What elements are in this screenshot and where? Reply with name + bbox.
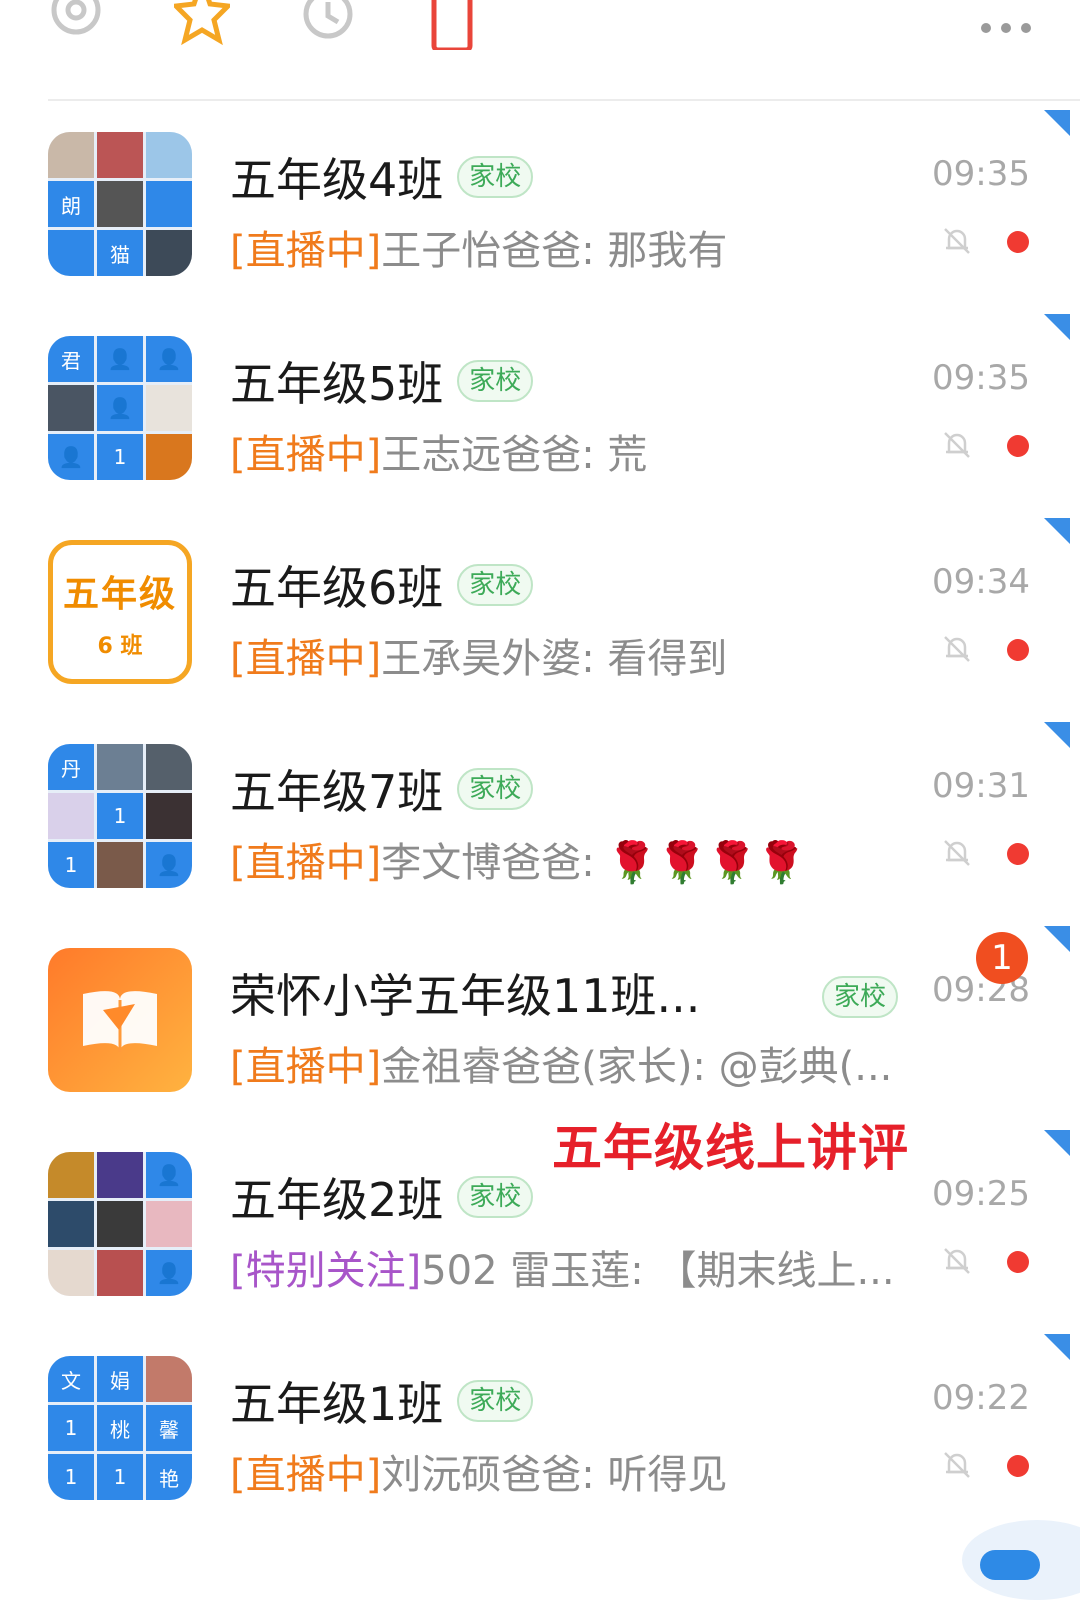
chat-preview: [直播中]王承昊外婆: 看得到 [230, 626, 910, 684]
more-icon[interactable] [978, 20, 1034, 36]
chat-row[interactable]: 君 👤 👤 👤 👤 1 五年级5班 家校 09:35 [直播中]王志远爸爸: 荒 [0, 306, 1080, 510]
chat-preview: [直播中]王志远爸爸: 荒 [230, 422, 910, 480]
chat-title: 五年级7班 [230, 765, 444, 819]
group-avatar: 五年级 6 班 [48, 540, 192, 684]
message-text: 王子怡爸爸: 那我有 [381, 228, 728, 274]
user-placeholder-icon [48, 230, 94, 276]
message-text: 王志远爸爸: 荒 [381, 432, 648, 478]
chat-time: 09:31 [932, 766, 1030, 806]
mute-bell-icon [944, 432, 970, 458]
user-placeholder-icon: 👤 [97, 385, 143, 431]
chat-title: 荣怀小学五年级11班... [230, 969, 701, 1023]
mute-bell-icon [944, 840, 970, 866]
school-badge: 家校 [822, 976, 899, 1018]
top-toolbar [0, 0, 1080, 101]
chat-row[interactable]: 👤 👤 五年级2班 家校 09:25 [特别关注]502 雷玉莲: 【期末线上.… [0, 1122, 1080, 1326]
live-tag: [直播中] [230, 1452, 382, 1498]
message-text: 刘沅硕爸爸: 听得见 [381, 1452, 728, 1498]
at-icon[interactable] [48, 0, 104, 46]
user-placeholder-icon: 👤 [48, 434, 94, 480]
group-avatar: 君 👤 👤 👤 👤 1 [48, 336, 192, 480]
pinned-corner-icon [1044, 1334, 1070, 1360]
message-text: 李文博爸爸: 🌹🌹🌹🌹 [381, 840, 807, 886]
school-badge: 家校 [457, 1380, 534, 1422]
group-avatar: 👤 👤 [48, 1152, 192, 1296]
group-avatar: 文 娟 1 桃 馨 1 1 艳 [48, 1356, 192, 1500]
unread-dot [1007, 1251, 1029, 1273]
user-placeholder-icon: 👤 [146, 1250, 192, 1296]
live-tag: [直播中] [230, 228, 382, 274]
mute-bell-icon [944, 1452, 970, 1478]
unread-dot [1007, 843, 1029, 865]
group-avatar: 朗 猫 [48, 132, 192, 276]
user-placeholder-icon: 👤 [146, 336, 192, 382]
live-tag: [直播中] [230, 636, 382, 682]
live-tag: [直播中] [230, 840, 382, 886]
history-icon[interactable] [300, 0, 356, 46]
special-follow-tag: [特别关注] [230, 1248, 422, 1294]
chat-title: 五年级5班 [230, 357, 444, 411]
school-badge: 家校 [457, 564, 534, 606]
user-placeholder-icon: 👤 [146, 842, 192, 888]
pinned-corner-icon [1044, 518, 1070, 544]
chat-time: 09:22 [932, 1378, 1030, 1418]
pinned-corner-icon [1044, 1130, 1070, 1156]
mute-bell-icon [944, 1248, 970, 1274]
pinned-corner-icon [1044, 926, 1070, 952]
toolbar-divider [48, 99, 1080, 101]
book-icon [83, 991, 157, 1052]
overlay-caption: 五年级线上讲评 [552, 1119, 909, 1177]
chat-preview: [直播中]金祖睿爸爸(家长): @彭典(... [230, 1034, 910, 1092]
pinned-corner-icon [1044, 722, 1070, 748]
live-tag: [直播中] [230, 432, 382, 478]
chat-row[interactable]: 五年级 6 班 五年级6班 家校 09:34 [直播中]王承昊外婆: 看得到 [0, 510, 1080, 714]
unread-dot [1007, 435, 1029, 457]
chat-time: 09:34 [932, 562, 1030, 602]
chat-title: 五年级6班 [230, 561, 444, 615]
chat-title: 五年级1班 [230, 1377, 444, 1431]
unread-dot [1007, 1455, 1029, 1477]
user-placeholder-icon: 👤 [97, 336, 143, 382]
chat-time: 09:35 [932, 154, 1030, 194]
group-avatar: 丹 1 1 👤 [48, 744, 192, 888]
message-text: 502 雷玉莲: 【期末线上... [421, 1248, 895, 1294]
school-badge: 家校 [457, 156, 534, 198]
user-placeholder-icon [146, 181, 192, 227]
chat-row[interactable]: 朗 猫 五年级4班 家校 09:35 [直播中]王子怡爸爸: 那我有 [0, 102, 1080, 306]
chat-time: 09:35 [932, 358, 1030, 398]
mute-bell-icon [944, 636, 970, 662]
pinned-corner-icon [1044, 314, 1070, 340]
chat-time: 09:25 [932, 1174, 1030, 1214]
chat-preview: [直播中]王子怡爸爸: 那我有 [230, 218, 910, 276]
star-icon[interactable] [174, 0, 230, 46]
pinned-corner-icon [1044, 110, 1070, 136]
document-icon[interactable] [428, 0, 476, 50]
chat-row[interactable]: 文 娟 1 桃 馨 1 1 艳 五年级1班 家校 09:22 [直播中]刘沅硕爸… [0, 1326, 1080, 1530]
message-text: 王承昊外婆: 看得到 [381, 636, 728, 682]
unread-count-badge: 1 [976, 932, 1028, 984]
school-badge: 家校 [457, 768, 534, 810]
chat-preview: [直播中]李文博爸爸: 🌹🌹🌹🌹 [230, 830, 910, 888]
school-badge: 家校 [457, 360, 534, 402]
chat-list: 朗 猫 五年级4班 家校 09:35 [直播中]王子怡爸爸: 那我有 君 👤 👤 [0, 102, 1080, 1530]
unread-dot [1007, 639, 1029, 661]
live-tag: [直播中] [230, 1044, 382, 1090]
chat-title: 五年级2班 [230, 1173, 444, 1227]
user-placeholder-icon: 👤 [146, 1152, 192, 1198]
mute-bell-icon [944, 228, 970, 254]
chat-row[interactable]: 丹 1 1 👤 五年级7班 家校 09:31 [直播中]李文博爸爸: 🌹🌹🌹🌹 [0, 714, 1080, 918]
school-badge: 家校 [457, 1176, 534, 1218]
message-text: 金祖睿爸爸(家长): @彭典(... [381, 1044, 893, 1090]
chat-preview: [特别关注]502 雷玉莲: 【期末线上... [230, 1238, 910, 1296]
chat-row[interactable]: 荣怀小学五年级11班... 家校 09:28 [直播中]金祖睿爸爸(家长): @… [0, 918, 1080, 1122]
unread-dot [1007, 231, 1029, 253]
floating-action-icon [980, 1550, 1040, 1580]
chat-preview: [直播中]刘沅硕爸爸: 听得见 [230, 1442, 910, 1500]
chat-title: 五年级4班 [230, 153, 444, 207]
group-avatar [48, 948, 192, 1092]
